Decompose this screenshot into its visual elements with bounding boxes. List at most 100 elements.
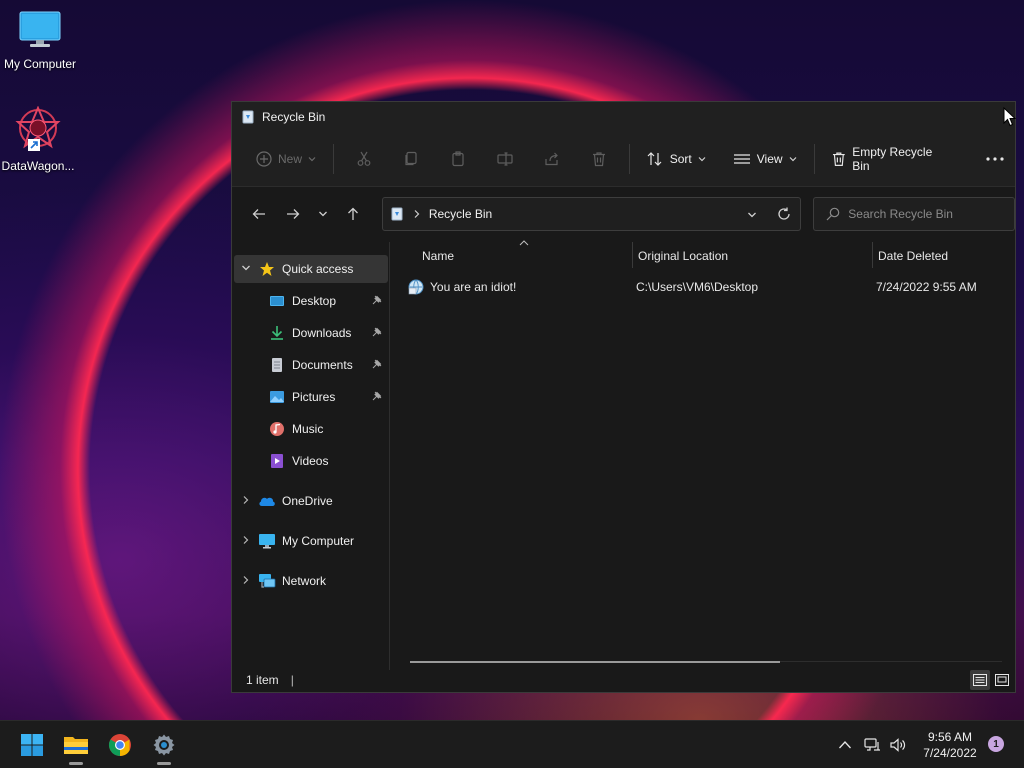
window-title: Recycle Bin xyxy=(262,110,326,124)
chevron-down-icon xyxy=(318,211,327,217)
more-options-button[interactable] xyxy=(975,143,1015,175)
desktop-icon-my-computer[interactable]: My Computer xyxy=(0,10,80,71)
sort-button[interactable]: Sort xyxy=(636,143,717,175)
file-date-deleted: 7/24/2022 9:55 AM xyxy=(876,280,977,294)
delete-button[interactable] xyxy=(576,143,623,175)
sidebar-item-label: Videos xyxy=(292,454,329,468)
sidebar-item-label: Pictures xyxy=(292,390,336,404)
column-divider[interactable] xyxy=(872,242,873,268)
chevron-down-icon[interactable] xyxy=(234,263,258,276)
status-bar: 1 item | xyxy=(232,668,1015,692)
new-button[interactable]: New xyxy=(246,143,327,175)
network-status-button[interactable] xyxy=(864,721,882,768)
breadcrumb[interactable]: Recycle Bin xyxy=(429,207,492,221)
column-header-name[interactable]: Name xyxy=(422,244,632,268)
sidebar-item-videos[interactable]: Videos xyxy=(234,447,388,475)
taskbar-chrome[interactable] xyxy=(100,729,140,761)
pin-icon xyxy=(372,326,382,340)
copy-button[interactable] xyxy=(387,143,434,175)
details-view-icon xyxy=(973,674,987,686)
large-icons-view-icon xyxy=(995,674,1009,686)
horizontal-scrollbar-thumb[interactable] xyxy=(410,661,780,663)
pin-icon xyxy=(372,358,382,372)
back-button[interactable] xyxy=(242,199,276,229)
pictures-folder-icon xyxy=(268,389,286,405)
monitor-icon xyxy=(19,11,61,47)
sidebar-item-music[interactable]: Music xyxy=(234,415,388,443)
sidebar-item-my-computer[interactable]: My Computer xyxy=(234,527,388,555)
large-icons-view-button[interactable] xyxy=(992,670,1012,690)
sidebar-item-onedrive[interactable]: OneDrive xyxy=(234,487,388,515)
start-button[interactable] xyxy=(12,729,52,761)
chevron-down-icon[interactable] xyxy=(747,210,757,220)
start-icon xyxy=(21,734,43,756)
rename-button[interactable] xyxy=(481,143,528,175)
sidebar-item-label: Music xyxy=(292,422,324,436)
taskbar-settings[interactable] xyxy=(144,729,184,765)
column-header-date-deleted[interactable]: Date Deleted xyxy=(878,244,1008,268)
details-view-button[interactable] xyxy=(970,670,990,690)
sidebar-item-documents[interactable]: Documents xyxy=(234,351,388,379)
chevron-right-icon[interactable] xyxy=(234,575,258,588)
empty-recycle-bin-button[interactable]: Empty Recycle Bin xyxy=(821,143,961,175)
sidebar-item-quick-access[interactable]: Quick access xyxy=(234,255,388,283)
file-list: Name Original Location Date Deleted You … xyxy=(392,240,1015,670)
recycle-bin-icon xyxy=(242,110,254,124)
file-name: You are an idiot! xyxy=(430,280,517,294)
view-button[interactable]: View xyxy=(723,143,808,175)
paste-icon xyxy=(452,151,464,167)
table-row[interactable]: You are an idiot! C:\Users\VM6\Desktop 7… xyxy=(408,276,1008,298)
clock[interactable]: 9:56 AM 7/24/2022 xyxy=(918,729,982,761)
horizontal-scrollbar-track[interactable] xyxy=(780,661,1002,662)
share-button[interactable] xyxy=(529,143,576,175)
clock-date: 7/24/2022 xyxy=(923,746,977,760)
delete-icon xyxy=(593,152,606,167)
paste-button[interactable] xyxy=(434,143,481,175)
cut-icon xyxy=(357,151,370,166)
column-header-original-location[interactable]: Original Location xyxy=(638,244,868,268)
desktop-icon-label: DataWagon... xyxy=(1,159,75,173)
downloads-folder-icon xyxy=(268,325,286,341)
star-icon xyxy=(258,261,276,277)
search-box[interactable] xyxy=(813,197,1015,231)
desktop-folder-icon xyxy=(268,293,286,309)
volume-button[interactable] xyxy=(889,721,907,768)
sidebar-item-label: My Computer xyxy=(282,534,355,548)
column-header-label: Date Deleted xyxy=(878,249,949,263)
onedrive-icon xyxy=(258,493,276,509)
chevron-right-icon[interactable] xyxy=(234,495,258,508)
recent-locations-button[interactable] xyxy=(310,199,336,229)
sidebar-item-desktop[interactable]: Desktop xyxy=(234,287,388,315)
sidebar-item-pictures[interactable]: Pictures xyxy=(234,383,388,411)
view-label: View xyxy=(756,152,783,166)
more-dots-icon xyxy=(986,157,1004,161)
sidebar-item-label: OneDrive xyxy=(282,494,333,508)
toolbar-separator xyxy=(333,144,334,174)
sidebar-item-downloads[interactable]: Downloads xyxy=(234,319,388,347)
trash-icon xyxy=(832,152,845,166)
web-file-icon xyxy=(408,279,428,295)
cut-button[interactable] xyxy=(340,143,387,175)
monitor-icon xyxy=(258,533,276,549)
notification-badge[interactable]: 1 xyxy=(988,736,1004,752)
toolbar-separator xyxy=(628,144,630,174)
volume-icon xyxy=(890,738,906,752)
taskbar-file-explorer[interactable] xyxy=(56,729,96,765)
music-folder-icon xyxy=(268,421,286,437)
forward-button[interactable] xyxy=(276,199,310,229)
taskbar: 9:56 AM 7/24/2022 xyxy=(0,720,1024,768)
pin-icon xyxy=(372,390,382,404)
address-bar[interactable]: Recycle Bin xyxy=(381,197,802,231)
title-bar[interactable]: Recycle Bin xyxy=(232,102,1015,132)
empty-recycle-bin-label: Empty Recycle Bin xyxy=(852,145,933,173)
up-button[interactable] xyxy=(336,199,370,229)
sidebar-item-network[interactable]: Network xyxy=(234,567,388,595)
refresh-icon[interactable] xyxy=(777,207,791,221)
column-divider[interactable] xyxy=(632,242,633,268)
view-list-icon xyxy=(733,154,750,164)
search-input[interactable] xyxy=(848,207,999,221)
show-hidden-icons-button[interactable] xyxy=(838,721,852,768)
chevron-right-icon[interactable] xyxy=(234,535,258,548)
desktop-icon-datawagon[interactable]: DataWagon... xyxy=(0,105,78,173)
arrow-left-icon xyxy=(252,209,265,219)
